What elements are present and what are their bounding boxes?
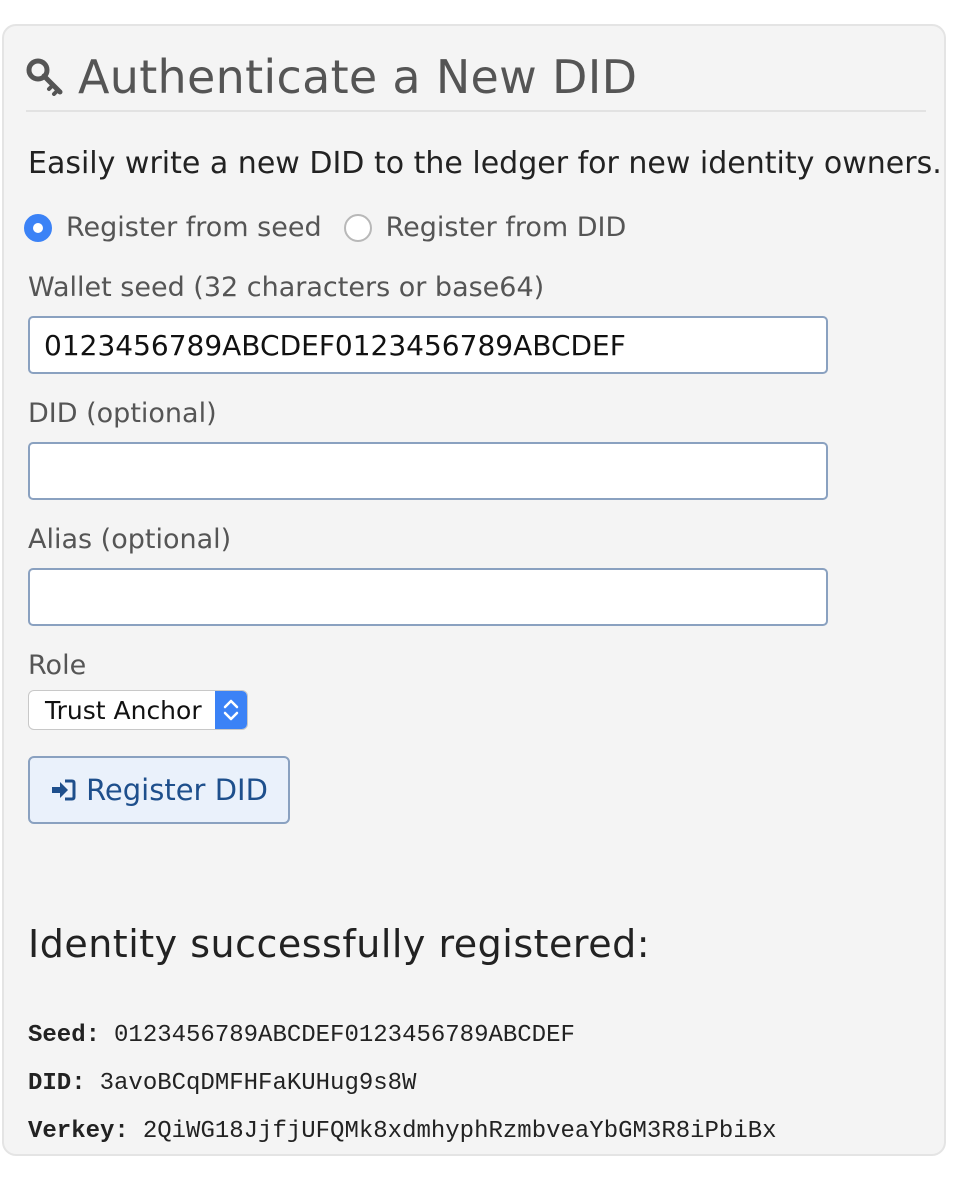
register-from-seed-radio[interactable] — [24, 213, 52, 242]
authenticate-did-panel: Authenticate a New DID Easily write a ne… — [2, 24, 946, 1156]
panel-header: Authenticate a New DID — [26, 44, 926, 112]
result-did-row: DID: 3avoBCqDMFHFaKUHug9s8W — [28, 1070, 416, 1097]
sign-in-icon — [52, 779, 76, 801]
role-select[interactable]: Trust Anchor — [28, 690, 248, 730]
register-from-did-radio[interactable] — [343, 213, 372, 242]
register-from-seed-label[interactable]: Register from seed — [66, 212, 322, 243]
result-seed-label: Seed: — [28, 1022, 101, 1049]
register-did-label: Register DID — [86, 773, 268, 807]
registration-mode-group: Register from seed Register from DID — [24, 212, 648, 243]
result-verkey-label: Verkey: — [28, 1118, 129, 1145]
key-icon — [26, 58, 63, 96]
did-input[interactable] — [28, 442, 828, 500]
result-verkey-value: 2QiWG18JjfjUFQMk8xdmhyphRzmbveaYbGM3R8iP… — [142, 1118, 777, 1145]
success-heading: Identity successfully registered: — [28, 922, 651, 966]
did-label: DID (optional) — [28, 398, 217, 429]
result-did-value: 3avoBCqDMFHFaKUHug9s8W — [99, 1070, 417, 1097]
intro-text: Easily write a new DID to the ledger for… — [28, 146, 942, 181]
wallet-seed-label: Wallet seed (32 characters or base64) — [28, 272, 545, 303]
register-did-button[interactable]: Register DID — [28, 756, 290, 824]
alias-input[interactable] — [28, 568, 828, 626]
register-from-did-label[interactable]: Register from DID — [386, 212, 627, 243]
result-did-label: DID: — [28, 1070, 86, 1097]
role-label: Role — [28, 650, 87, 681]
wallet-seed-input[interactable] — [28, 316, 828, 374]
result-seed-row: Seed: 0123456789ABCDEF0123456789ABCDEF — [28, 1022, 575, 1049]
result-seed-value: 0123456789ABCDEF0123456789ABCDEF — [114, 1022, 575, 1049]
chevron-up-down-icon — [215, 691, 247, 729]
page-title: Authenticate a New DID — [78, 50, 638, 104]
alias-label: Alias (optional) — [28, 524, 232, 555]
result-verkey-row: Verkey: 2QiWG18JjfjUFQMk8xdmhyphRzmbveaYb… — [28, 1118, 777, 1145]
role-select-value: Trust Anchor — [45, 695, 202, 725]
